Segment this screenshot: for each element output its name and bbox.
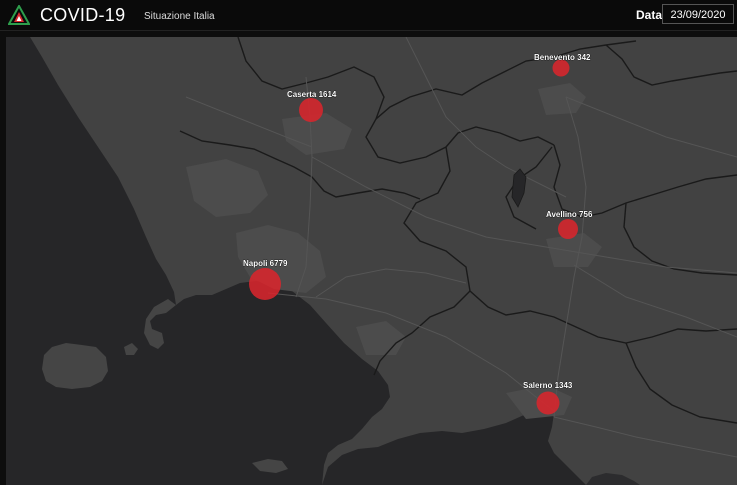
map-frame: Benevento 342 Caserta 1614 Avellino 756 … bbox=[0, 31, 737, 485]
sea-south-east bbox=[586, 473, 640, 485]
marker-bubble-caserta[interactable] bbox=[299, 98, 323, 122]
marker-bubble-avellino[interactable] bbox=[558, 219, 578, 239]
marker-label-avellino: Avellino 756 bbox=[546, 210, 593, 219]
island-ischia bbox=[42, 343, 108, 389]
app-header: COVID-19 Situazione Italia Data 23/09/20… bbox=[0, 0, 737, 31]
app-subtitle: Situazione Italia bbox=[144, 11, 215, 22]
marker-label-benevento: Benevento 342 bbox=[534, 53, 591, 62]
marker-label-caserta: Caserta 1614 bbox=[287, 90, 337, 99]
map-canvas[interactable]: Benevento 342 Caserta 1614 Avellino 756 … bbox=[6, 37, 737, 485]
marker-bubble-napoli[interactable] bbox=[249, 268, 281, 300]
date-label: Data bbox=[636, 8, 663, 22]
lake bbox=[511, 168, 527, 208]
marker-label-salerno: Salerno 1343 bbox=[523, 381, 573, 390]
marker-bubble-benevento[interactable] bbox=[552, 59, 570, 77]
app-logo-icon bbox=[8, 5, 30, 25]
sea-west bbox=[6, 37, 390, 485]
map-view[interactable]: Benevento 342 Caserta 1614 Avellino 756 … bbox=[6, 37, 737, 485]
marker-label-napoli: Napoli 6779 bbox=[243, 259, 288, 268]
app-title: COVID-19 bbox=[40, 5, 126, 25]
marker-bubble-salerno[interactable] bbox=[536, 391, 560, 415]
date-field[interactable]: 23/09/2020 bbox=[662, 4, 734, 24]
